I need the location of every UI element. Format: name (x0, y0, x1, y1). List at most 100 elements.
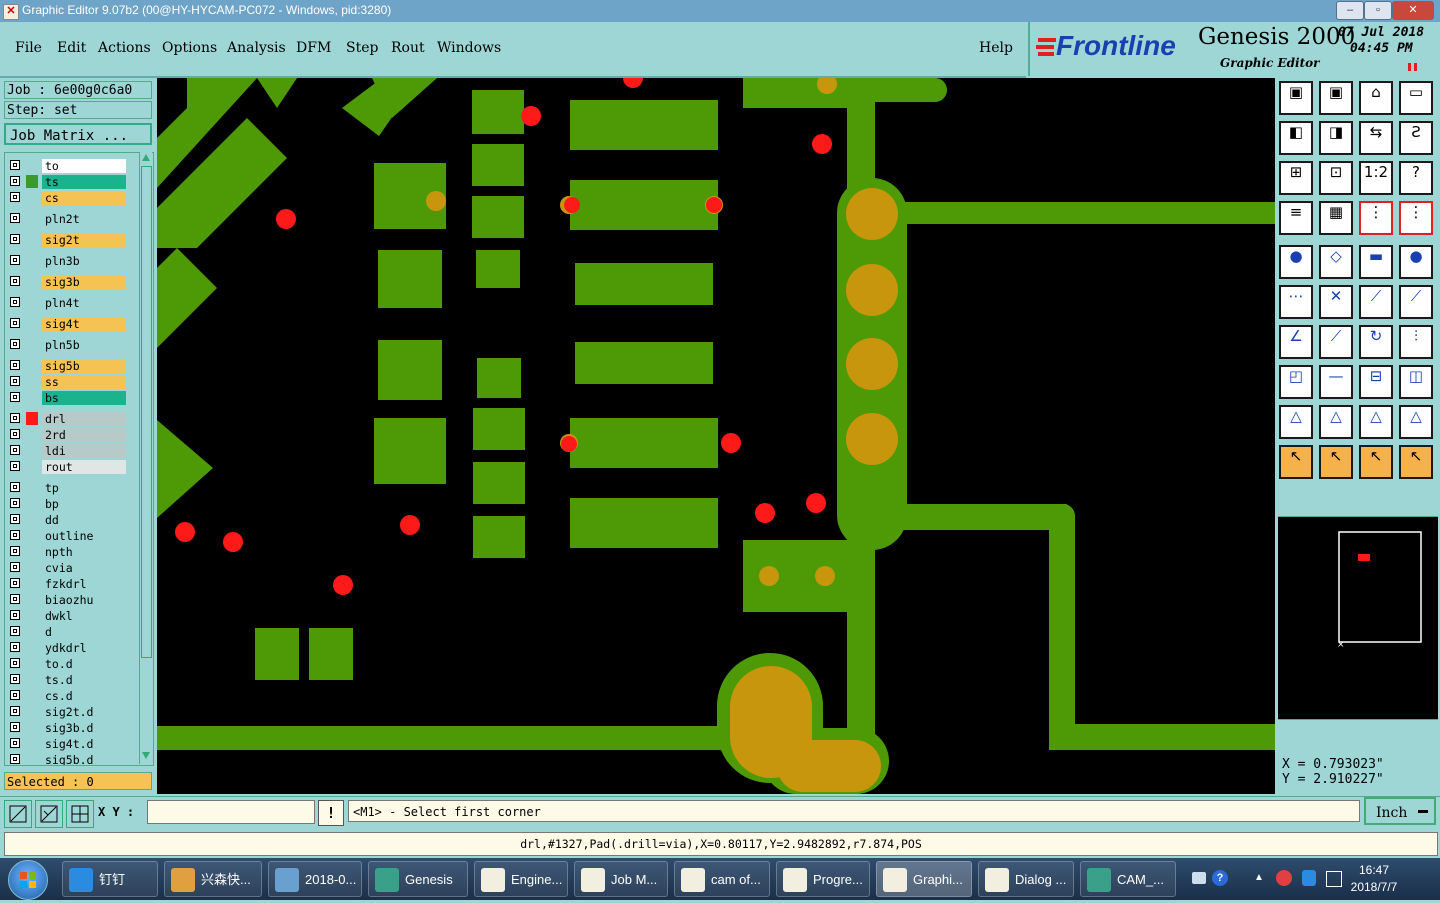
layer-checkbox[interactable] (10, 376, 20, 386)
scroll-up-icon[interactable] (142, 154, 150, 161)
layer-row-bp[interactable]: bp (5, 497, 145, 511)
layer-scrollbar[interactable] (139, 152, 152, 764)
taskbar-item[interactable]: Graphi... (876, 861, 972, 897)
layer-checkbox[interactable] (10, 706, 20, 716)
taskbar-item[interactable]: 2018-0... (268, 861, 362, 897)
pointer-button[interactable]: ↖ (1279, 445, 1313, 479)
line-h-button[interactable]: — (1319, 365, 1353, 399)
polygon-button[interactable]: ◇ (1319, 245, 1353, 279)
route-alt-button[interactable]: △ (1399, 405, 1433, 439)
swap-button[interactable]: ⇆ (1359, 121, 1393, 155)
layer-row-outline[interactable]: outline (5, 529, 145, 543)
layer-row-bs[interactable]: bs (5, 391, 145, 405)
layer-checkbox[interactable] (10, 642, 20, 652)
layer-checkbox[interactable] (10, 318, 20, 328)
pad-button[interactable]: ● (1279, 245, 1313, 279)
layer-checkbox[interactable] (10, 482, 20, 492)
layer-checkbox[interactable] (10, 546, 20, 556)
layer-checkbox[interactable] (10, 360, 20, 370)
layers-alt-button[interactable]: ⋮ (1399, 201, 1433, 235)
layer-row-ts-d[interactable]: ts.d (5, 673, 145, 687)
scroll-down-icon[interactable] (142, 752, 150, 759)
width-button[interactable]: ⊟ (1359, 365, 1393, 399)
layer-row-drl[interactable]: drl (5, 412, 145, 426)
layer-row-pln5b[interactable]: pln5b (5, 338, 145, 352)
window-button[interactable]: ▭ (1399, 81, 1433, 115)
layer-checkbox[interactable] (10, 234, 20, 244)
menu-help[interactable]: Help (979, 40, 1013, 56)
help-button[interactable]: ? (1399, 161, 1433, 195)
layer-row-pln3b[interactable]: pln3b (5, 254, 145, 268)
trace-button[interactable]: △ (1279, 405, 1313, 439)
layer-row-d[interactable]: d (5, 625, 145, 639)
xy-input[interactable] (147, 800, 315, 824)
layer-checkbox[interactable] (10, 429, 20, 439)
layer-checkbox[interactable] (10, 738, 20, 748)
menu-file[interactable]: File (15, 40, 42, 56)
taskbar-item[interactable]: cam of... (674, 861, 770, 897)
layer-checkbox[interactable] (10, 176, 20, 186)
layer-row-dwkl[interactable]: dwkl (5, 609, 145, 623)
maximize-button[interactable]: ▫ (1364, 1, 1392, 20)
pcb-drawing[interactable] (157, 78, 1275, 794)
job-matrix-button[interactable]: Job Matrix ... (4, 123, 152, 145)
tray-app-icon[interactable] (1276, 870, 1292, 886)
layer-row-rout[interactable]: rout (5, 460, 145, 474)
layer-row-sig5b[interactable]: sig5b (5, 359, 145, 373)
scale-button[interactable]: 1:2 (1359, 161, 1393, 195)
minimap[interactable]: × (1278, 516, 1438, 720)
angle-button[interactable]: ∠ (1279, 325, 1313, 359)
layer-row-sig2t[interactable]: sig2t (5, 233, 145, 247)
move-button[interactable]: ✕ (1319, 285, 1353, 319)
layer-checkbox[interactable] (10, 255, 20, 265)
snap-button[interactable]: ≡ (1279, 201, 1313, 235)
keyboard-icon[interactable] (1192, 872, 1206, 884)
layer-row-cs-d[interactable]: cs.d (5, 689, 145, 703)
layer-row-tp[interactable]: tp (5, 481, 145, 495)
grid-button[interactable]: ▦ (1319, 201, 1353, 235)
start-button[interactable] (8, 860, 48, 900)
taskbar-item[interactable]: 钉钉 (62, 861, 158, 897)
zoom-area-button[interactable] (4, 800, 32, 828)
layer-checkbox[interactable] (10, 626, 20, 636)
layer-row-ldi[interactable]: ldi (5, 444, 145, 458)
shield-icon[interactable] (1302, 870, 1316, 886)
rotate-button[interactable]: ↻ (1359, 325, 1393, 359)
layer-checkbox[interactable] (10, 754, 20, 764)
layer-row-cs[interactable]: cs (5, 191, 145, 205)
zoom-fit-button[interactable]: ⊡ (1319, 161, 1353, 195)
layer-row-ydkdrl[interactable]: ydkdrl (5, 641, 145, 655)
tray-expand-icon[interactable]: ▲ (1254, 872, 1264, 883)
scroll-thumb[interactable] (141, 166, 152, 658)
home-button[interactable]: ⌂ (1359, 81, 1393, 115)
taskbar-item[interactable]: 兴森快... (164, 861, 262, 897)
route-button[interactable]: △ (1359, 405, 1393, 439)
layer-row-pln2t[interactable]: pln2t (5, 212, 145, 226)
layer-checkbox[interactable] (10, 392, 20, 402)
menu-windows[interactable]: Windows (437, 40, 501, 56)
taskbar-item[interactable]: Genesis (368, 861, 468, 897)
minimap-view[interactable]: × (1278, 517, 1438, 719)
menu-dfm[interactable]: DFM (296, 40, 331, 56)
menu-actions[interactable]: Actions (98, 40, 151, 56)
arc-button[interactable]: ⟋ (1399, 285, 1433, 319)
circle-button[interactable]: ● (1399, 245, 1433, 279)
layer-row-ts[interactable]: ts (5, 175, 145, 189)
layer-row-npth[interactable]: npth (5, 545, 145, 559)
copy-button[interactable]: ◰ (1279, 365, 1313, 399)
mirror-button[interactable]: ⫶ (1399, 325, 1433, 359)
redo-button[interactable]: ◨ (1319, 121, 1353, 155)
step-button[interactable]: Ƨ (1399, 121, 1433, 155)
layer-row-sig4t-d[interactable]: sig4t.d (5, 737, 145, 751)
layer-checkbox[interactable] (10, 445, 20, 455)
layer-checkbox[interactable] (10, 461, 20, 471)
layer-row-to[interactable]: to (5, 159, 145, 173)
layer-checkbox[interactable] (10, 690, 20, 700)
save-button[interactable]: ▣ (1319, 81, 1353, 115)
layer-row-pln4t[interactable]: pln4t (5, 296, 145, 310)
graphic-canvas[interactable] (157, 78, 1275, 794)
layer-row-dd[interactable]: dd (5, 513, 145, 527)
layer-row-sig4t[interactable]: sig4t (5, 317, 145, 331)
taskbar-clock[interactable]: 16:47 2018/7/7 (1344, 862, 1404, 896)
layer-checkbox[interactable] (10, 514, 20, 524)
